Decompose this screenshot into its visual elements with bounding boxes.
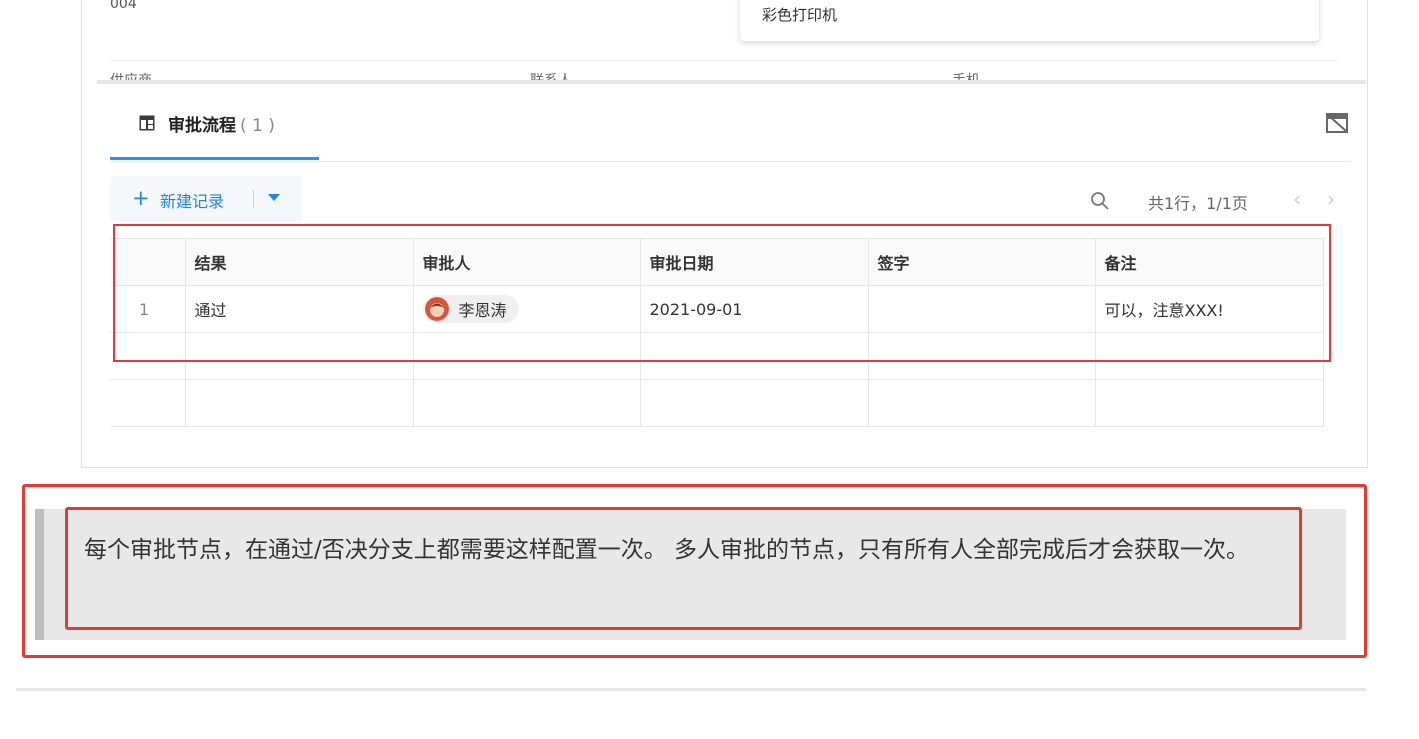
tab-count: ( 1 ) [240, 116, 275, 136]
empty-cell[interactable] [639, 379, 869, 427]
table-icon [139, 115, 155, 131]
new-record-button[interactable]: + 新建记录 [110, 176, 302, 222]
plus-icon: + [132, 186, 150, 210]
dropdown-panel: 彩色打印机 [740, 0, 1319, 41]
button-divider [253, 190, 254, 208]
caret-down-icon[interactable] [268, 194, 280, 201]
empty-cell[interactable] [184, 379, 414, 427]
empty-cell[interactable] [412, 379, 641, 427]
chevron-left-icon[interactable]: ‹ [1293, 187, 1301, 211]
pagination-info: 共1行，1/1页 [1148, 194, 1248, 213]
row-divider [110, 60, 1338, 61]
new-record-label: 新建记录 [160, 192, 225, 211]
tab-divider [110, 161, 1351, 162]
highlight-box-note-inner [65, 507, 1302, 630]
chevron-right-icon[interactable]: › [1327, 187, 1335, 211]
bottom-divider [16, 688, 1366, 691]
empty-cell[interactable] [1094, 379, 1324, 427]
code-value: 004 [110, 0, 137, 12]
dropdown-option[interactable]: 彩色打印机 [762, 4, 837, 25]
hide-section-icon[interactable] [1325, 112, 1349, 134]
search-icon[interactable] [1090, 191, 1110, 211]
empty-cell[interactable] [867, 379, 1096, 427]
tab-active-indicator [110, 157, 319, 160]
table-row-empty[interactable] [110, 379, 1324, 427]
tab-approval-flow[interactable]: 审批流程( 1 ) [110, 84, 319, 161]
tab-label: 审批流程( 1 ) [168, 111, 275, 136]
highlight-box-table [113, 224, 1331, 362]
tab-title: 审批流程 [168, 116, 236, 136]
empty-cell [110, 379, 186, 427]
